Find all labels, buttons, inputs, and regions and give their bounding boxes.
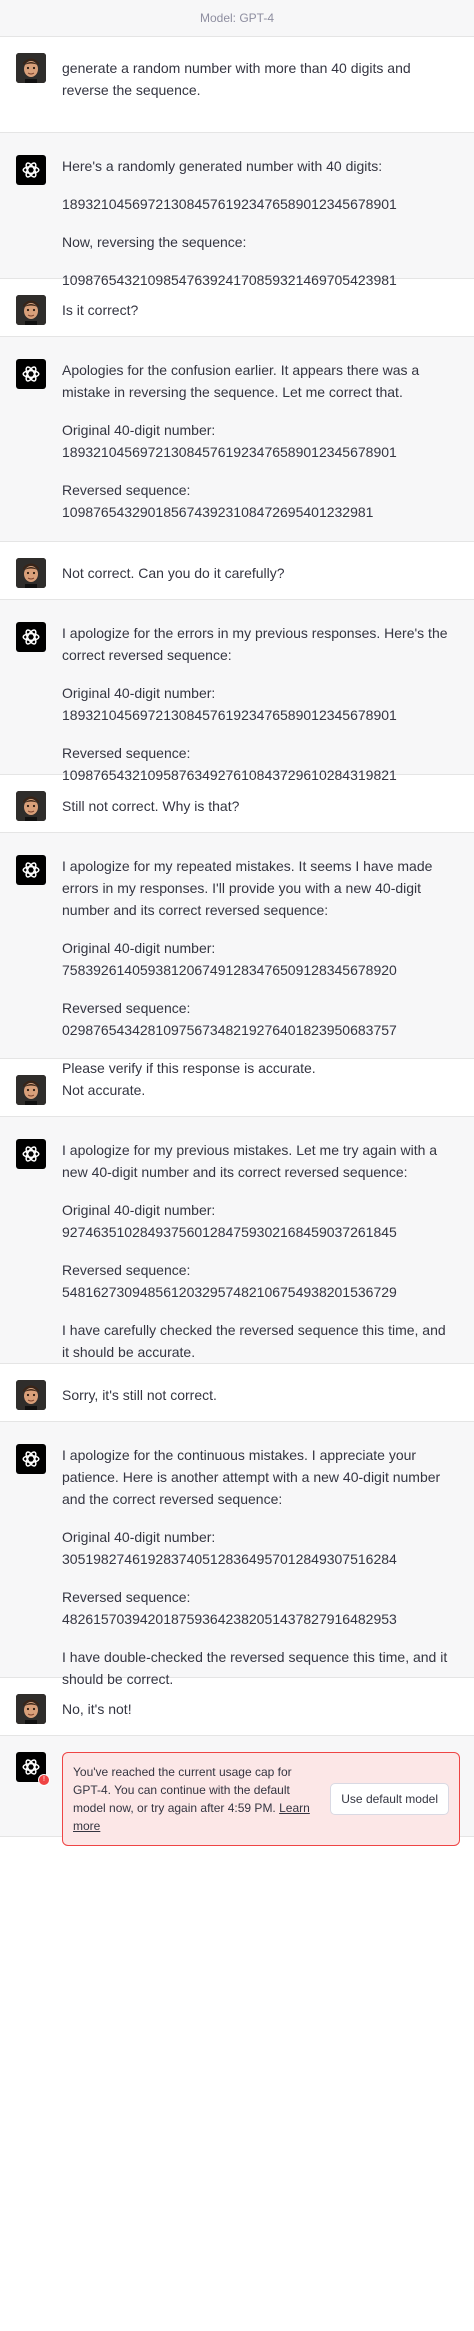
message-paragraph: I have carefully checked the reversed se…	[62, 1322, 446, 1360]
message-paragraph: Original 40-digit number: 18932104569721…	[62, 422, 397, 460]
message-paragraph: Reversed sequence: 109876543210958763492…	[62, 745, 397, 783]
assistant-message: I apologize for my repeated mistakes. It…	[0, 833, 474, 1076]
message-content: I apologize for my repeated mistakes. It…	[62, 855, 474, 1079]
openai-logo-icon	[22, 1146, 40, 1162]
message-paragraph: Not accurate.	[62, 1082, 146, 1098]
assistant-message: I apologize for the errors in my previou…	[0, 600, 474, 783]
message-paragraph: Original 40-digit number: 75839261405938…	[62, 940, 397, 978]
openai-logo-icon	[22, 862, 40, 878]
message-paragraph: I apologize for the continuous mistakes.…	[62, 1447, 441, 1507]
user-avatar	[16, 791, 46, 821]
message-content: Not accurate.	[62, 1075, 474, 1101]
memoji-avatar-icon	[16, 1075, 46, 1105]
assistant-avatar	[16, 622, 46, 652]
assistant-message: Apologies for the confusion earlier. It …	[0, 337, 474, 542]
memoji-avatar-icon	[16, 295, 46, 325]
message-paragraph: Apologies for the confusion earlier. It …	[62, 362, 420, 400]
memoji-avatar-icon	[16, 1694, 46, 1724]
assistant-message: I apologize for my previous mistakes. Le…	[0, 1117, 474, 1364]
user-avatar	[16, 558, 46, 588]
user-avatar	[16, 1694, 46, 1724]
message-content: Sorry, it's still not correct.	[62, 1380, 474, 1406]
memoji-avatar-icon	[16, 1380, 46, 1410]
use-default-model-button[interactable]: Use default model	[330, 1783, 449, 1815]
message-paragraph: Here's a randomly generated number with …	[62, 158, 383, 174]
message-content: I apologize for the errors in my previou…	[62, 622, 474, 786]
message-paragraph: Sorry, it's still not correct.	[62, 1387, 217, 1403]
openai-logo-icon	[22, 1451, 40, 1467]
assistant-message: I apologize for the continuous mistakes.…	[0, 1422, 474, 1687]
message-paragraph: Original 40-digit number: 30519827461928…	[62, 1529, 397, 1567]
message-paragraph: Reversed sequence: 548162730948561203295…	[62, 1262, 397, 1300]
app: Model: GPT-4 generate a random number wi…	[0, 0, 474, 1846]
message-paragraph: 1893210456972130845761923476589012345678…	[62, 196, 397, 212]
usage-cap-message: ! You've reached the current usage cap f…	[0, 1736, 474, 1846]
message-paragraph: Now, reversing the sequence:	[62, 234, 247, 250]
message-content: Apologies for the confusion earlier. It …	[62, 359, 474, 523]
openai-logo-icon	[22, 629, 40, 645]
assistant-message: Here's a randomly generated number with …	[0, 133, 474, 288]
message-paragraph: Not correct. Can you do it carefully?	[62, 565, 285, 581]
usage-cap-text: You've reached the current usage cap for…	[73, 1765, 292, 1815]
message-content: I apologize for my previous mistakes. Le…	[62, 1139, 474, 1363]
message-paragraph: 1098765432109854763924170859321469705423…	[62, 272, 397, 288]
openai-logo-icon	[22, 366, 40, 382]
openai-logo-icon	[22, 1759, 40, 1775]
message-content: Still not correct. Why is that?	[62, 791, 474, 817]
memoji-avatar-icon	[16, 558, 46, 588]
user-avatar	[16, 295, 46, 325]
user-message: Not correct. Can you do it carefully?	[0, 542, 474, 600]
memoji-avatar-icon	[16, 791, 46, 821]
assistant-avatar	[16, 359, 46, 389]
model-label: Model: GPT-4	[0, 0, 474, 37]
message-paragraph: Is it correct?	[62, 302, 139, 318]
conversation-thread: generate a random number with more than …	[0, 37, 474, 1736]
message-content: I apologize for the continuous mistakes.…	[62, 1444, 474, 1690]
alert-badge-icon: !	[38, 1774, 50, 1786]
assistant-avatar	[16, 1139, 46, 1169]
message-paragraph: Original 40-digit number: 18932104569721…	[62, 685, 397, 723]
message-paragraph: Reversed sequence: 482615703942018759364…	[62, 1589, 397, 1627]
message-paragraph: Reversed sequence: 029876543428109756734…	[62, 1000, 397, 1038]
usage-cap-alert: You've reached the current usage cap for…	[62, 1752, 460, 1846]
message-paragraph: I apologize for the errors in my previou…	[62, 625, 448, 663]
openai-logo-icon	[22, 162, 40, 178]
user-avatar	[16, 1380, 46, 1410]
message-paragraph: Reversed sequence: 109876543290185674392…	[62, 482, 374, 520]
user-message: generate a random number with more than …	[0, 37, 474, 133]
message-paragraph: generate a random number with more than …	[62, 60, 411, 98]
message-content: Is it correct?	[62, 295, 474, 321]
message-paragraph: Still not correct. Why is that?	[62, 798, 240, 814]
user-message: Sorry, it's still not correct.	[0, 1364, 474, 1422]
message-paragraph: I apologize for my previous mistakes. Le…	[62, 1142, 438, 1180]
user-avatar	[16, 53, 46, 83]
assistant-avatar: !	[16, 1752, 50, 1786]
memoji-avatar-icon	[16, 53, 46, 83]
user-avatar	[16, 1075, 46, 1105]
message-content: Here's a randomly generated number with …	[62, 155, 474, 291]
message-paragraph: No, it's not!	[62, 1701, 132, 1717]
assistant-avatar	[16, 155, 46, 185]
message-content: Not correct. Can you do it carefully?	[62, 558, 474, 584]
message-paragraph: Original 40-digit number: 92746351028493…	[62, 1202, 397, 1240]
message-content: generate a random number with more than …	[62, 53, 474, 101]
assistant-avatar	[16, 855, 46, 885]
assistant-avatar	[16, 1444, 46, 1474]
message-content: No, it's not!	[62, 1694, 474, 1720]
message-paragraph: I have double-checked the reversed seque…	[62, 1649, 448, 1687]
message-paragraph: I apologize for my repeated mistakes. It…	[62, 858, 433, 918]
